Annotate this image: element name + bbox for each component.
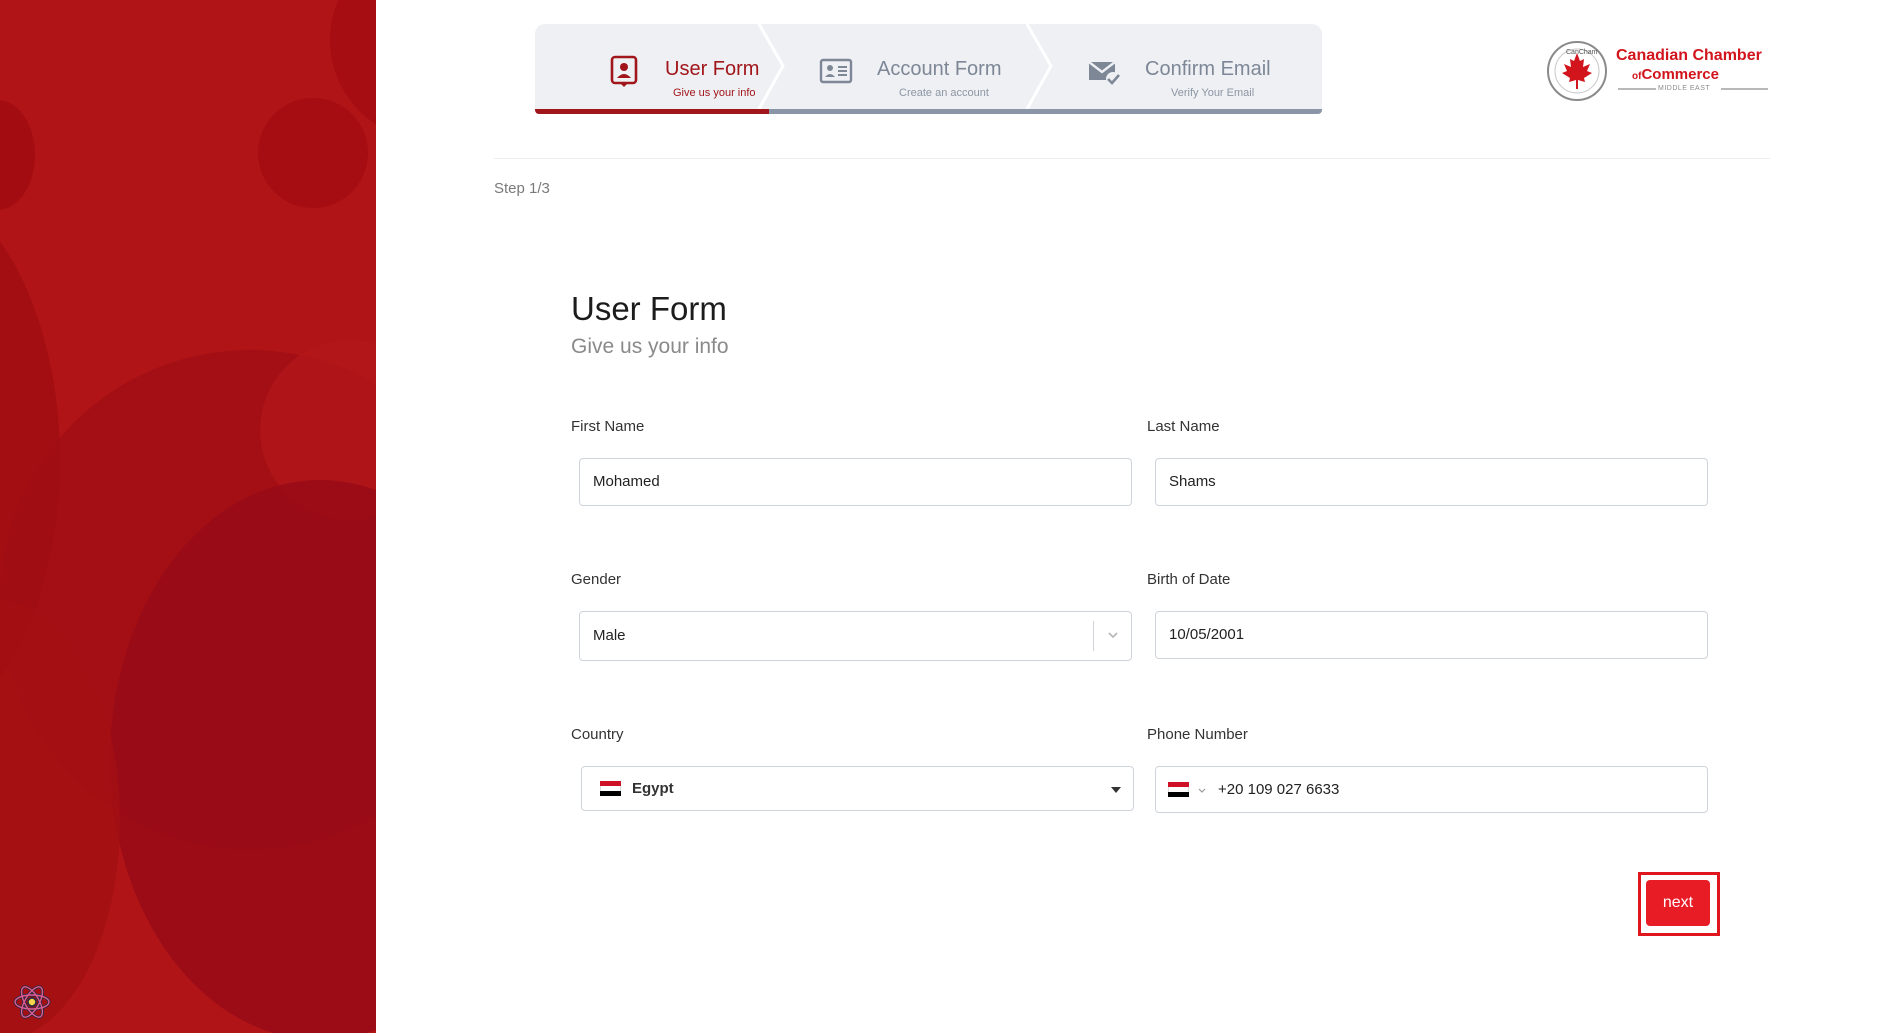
logo-subtitle: ofCommerce: [1632, 66, 1719, 83]
form-stepper: User Form Give us your info Account Form…: [535, 24, 1322, 114]
cancham-logo: CanCham Canadian Chamber ofCommerce MIDD…: [1546, 38, 1768, 102]
chevron-down-icon[interactable]: [1198, 787, 1206, 795]
country-selected-value: Egypt: [632, 780, 674, 797]
step-confirm-email[interactable]: Confirm Email Verify Your Email: [1037, 24, 1322, 114]
country-select[interactable]: Egypt: [581, 766, 1134, 811]
step-account-form[interactable]: Account Form Create an account: [769, 24, 1037, 114]
step-progress-bar: [535, 109, 769, 114]
header-divider: [494, 158, 1770, 159]
step-progress-bar: [1037, 109, 1322, 114]
step-subtitle: Verify Your Email: [1171, 87, 1255, 99]
id-card-icon: [819, 58, 853, 84]
next-button[interactable]: next: [1646, 880, 1710, 926]
last-name-label: Last Name: [1147, 418, 1220, 435]
decor-circle: [0, 100, 35, 210]
gender-select[interactable]: Male: [579, 611, 1132, 661]
gender-selected-value: Male: [593, 627, 626, 644]
form-subtitle: Give us your info: [571, 335, 729, 358]
logo-rule: [1618, 88, 1656, 90]
step-counter: Step 1/3: [494, 180, 550, 197]
step-subtitle: Give us your info: [673, 87, 756, 99]
react-devtools-icon[interactable]: [12, 982, 52, 1022]
country-label: Country: [571, 726, 624, 743]
gender-label: Gender: [571, 571, 622, 588]
mail-check-icon: [1088, 61, 1120, 86]
step-title: User Form: [665, 58, 760, 80]
step-title: Confirm Email: [1145, 58, 1271, 80]
user-badge-icon: [610, 55, 638, 87]
first-name-field[interactable]: Mohamed: [579, 458, 1132, 506]
select-separator: [1093, 621, 1094, 651]
egypt-flag-icon: [600, 781, 621, 796]
phone-number-field[interactable]: +20 109 027 6633: [1155, 766, 1708, 813]
decor-circle: [258, 98, 368, 208]
seal-text: CanCham: [1566, 49, 1598, 56]
birth-date-field[interactable]: 10/05/2001: [1155, 611, 1708, 659]
last-name-field[interactable]: Shams: [1155, 458, 1708, 506]
logo-region: MIDDLE EAST: [1658, 85, 1711, 92]
decorative-side-panel: [0, 0, 376, 1033]
phone-number-label: Phone Number: [1147, 726, 1248, 743]
step-user-form[interactable]: User Form Give us your info: [535, 24, 769, 114]
step-progress-bar: [769, 109, 1037, 114]
maple-leaf-seal-icon: CanCham: [1547, 41, 1607, 101]
caret-down-icon[interactable]: [1111, 787, 1121, 793]
step-subtitle: Create an account: [899, 87, 989, 99]
phone-number-value: +20 109 027 6633: [1218, 781, 1340, 798]
form-title: User Form: [571, 290, 727, 327]
chevron-down-icon[interactable]: [1107, 629, 1119, 641]
logo-rule: [1721, 88, 1768, 90]
birth-date-label: Birth of Date: [1147, 571, 1231, 588]
first-name-label: First Name: [571, 418, 645, 435]
logo-title: Canadian Chamber: [1616, 47, 1762, 64]
step-title: Account Form: [877, 58, 1002, 80]
egypt-flag-icon[interactable]: [1168, 782, 1189, 797]
